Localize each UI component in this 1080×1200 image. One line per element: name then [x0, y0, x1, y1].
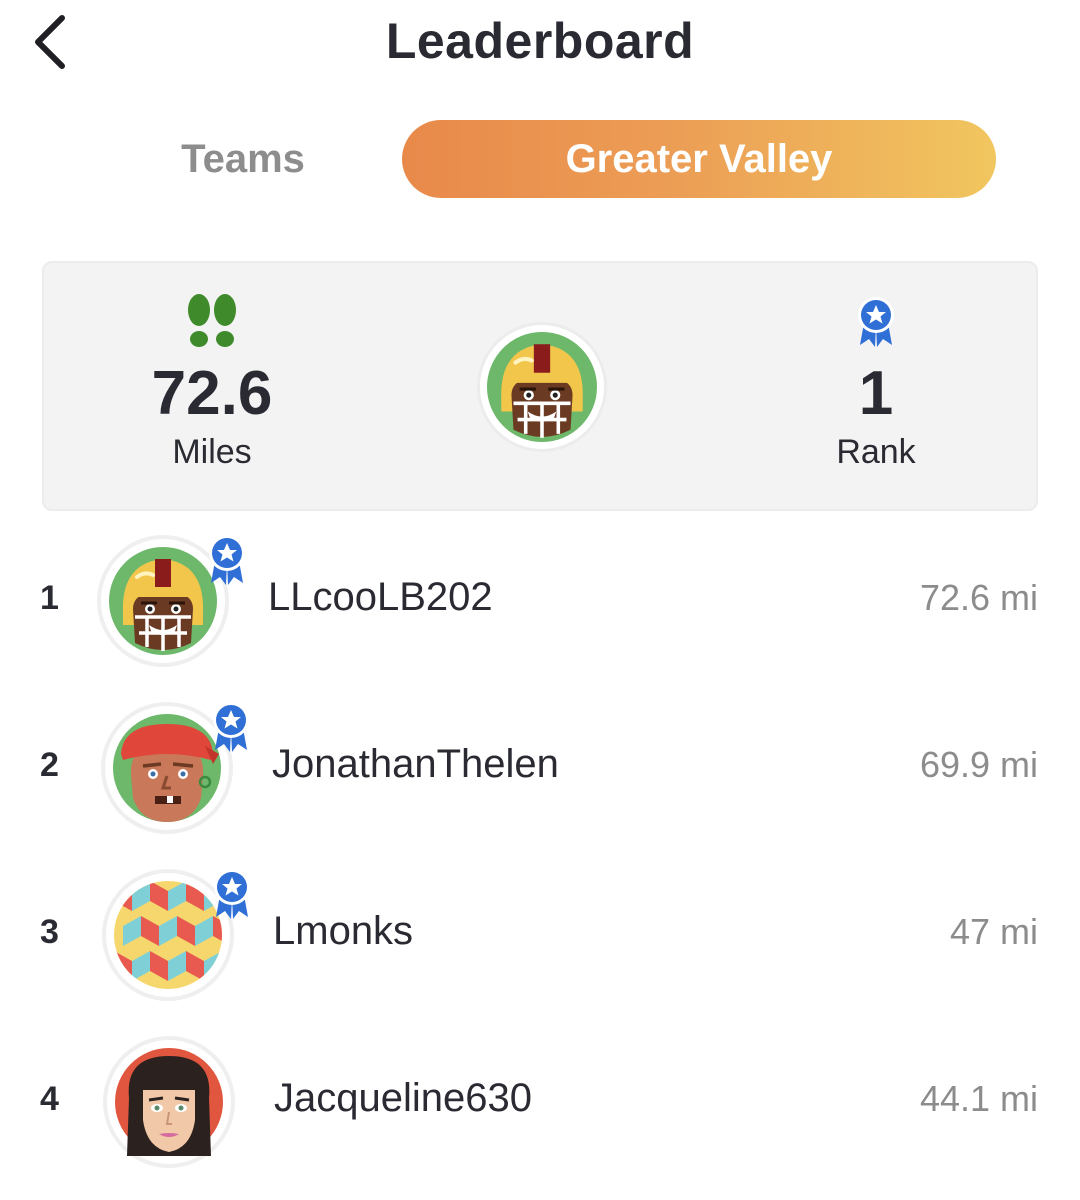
ribbon-badge-icon [210, 867, 254, 919]
avatar [106, 873, 230, 997]
tab-teams[interactable]: Teams [130, 120, 356, 198]
footprints-icon [188, 294, 236, 347]
user-avatar [480, 325, 604, 449]
miles-value: 72.6 [151, 359, 273, 428]
username: JonathanThelen [272, 742, 559, 786]
avatar [107, 1040, 231, 1164]
woman-avatar-icon [115, 1048, 223, 1156]
summary-card: 72.6 Miles 1 Rank [42, 261, 1038, 511]
miles-label: Miles [172, 433, 252, 471]
rank-number: 3 [40, 913, 59, 951]
leaderboard-row[interactable]: 1 LLcooLB202 72.6 mi [0, 531, 1080, 671]
rank-value: 1 [858, 359, 894, 428]
leaderboard-row[interactable]: 3 Lmonks 47 mi [0, 865, 1080, 1005]
avatar [105, 706, 229, 830]
miles-stat: 72.6 Miles [132, 293, 292, 472]
rank-stat: 1 Rank [796, 293, 956, 472]
ribbon-badge-icon [209, 700, 253, 752]
username: Lmonks [273, 909, 414, 953]
football-player-avatar-icon [109, 547, 217, 655]
tab-greater-valley[interactable]: Greater Valley [402, 120, 996, 198]
ribbon-badge-icon [205, 533, 249, 585]
distance: 44.1 mi [919, 1078, 1038, 1119]
username: Jacqueline630 [274, 1076, 532, 1120]
distance: 72.6 mi [919, 577, 1038, 618]
cube-pattern-avatar-icon [114, 881, 222, 989]
pirate-avatar-icon [113, 714, 221, 822]
header: Leaderboard [0, 0, 1080, 90]
ribbon-badge-icon [854, 293, 898, 349]
leaderboard-row[interactable]: 2 JonathanThelen 69.9 mi [0, 698, 1080, 838]
rank-label: Rank [836, 433, 916, 471]
rank-number: 4 [40, 1080, 59, 1118]
rank-number: 1 [40, 579, 59, 617]
page-title: Leaderboard [385, 13, 695, 69]
leaderboard-row[interactable]: 4 Jacqueline630 44.1 mi [0, 1032, 1080, 1172]
avatar [101, 539, 225, 663]
distance: 69.9 mi [919, 744, 1038, 785]
rank-number: 2 [40, 746, 59, 784]
football-player-avatar-icon [487, 332, 597, 442]
username: LLcooLB202 [268, 575, 493, 619]
distance: 47 mi [949, 911, 1038, 952]
